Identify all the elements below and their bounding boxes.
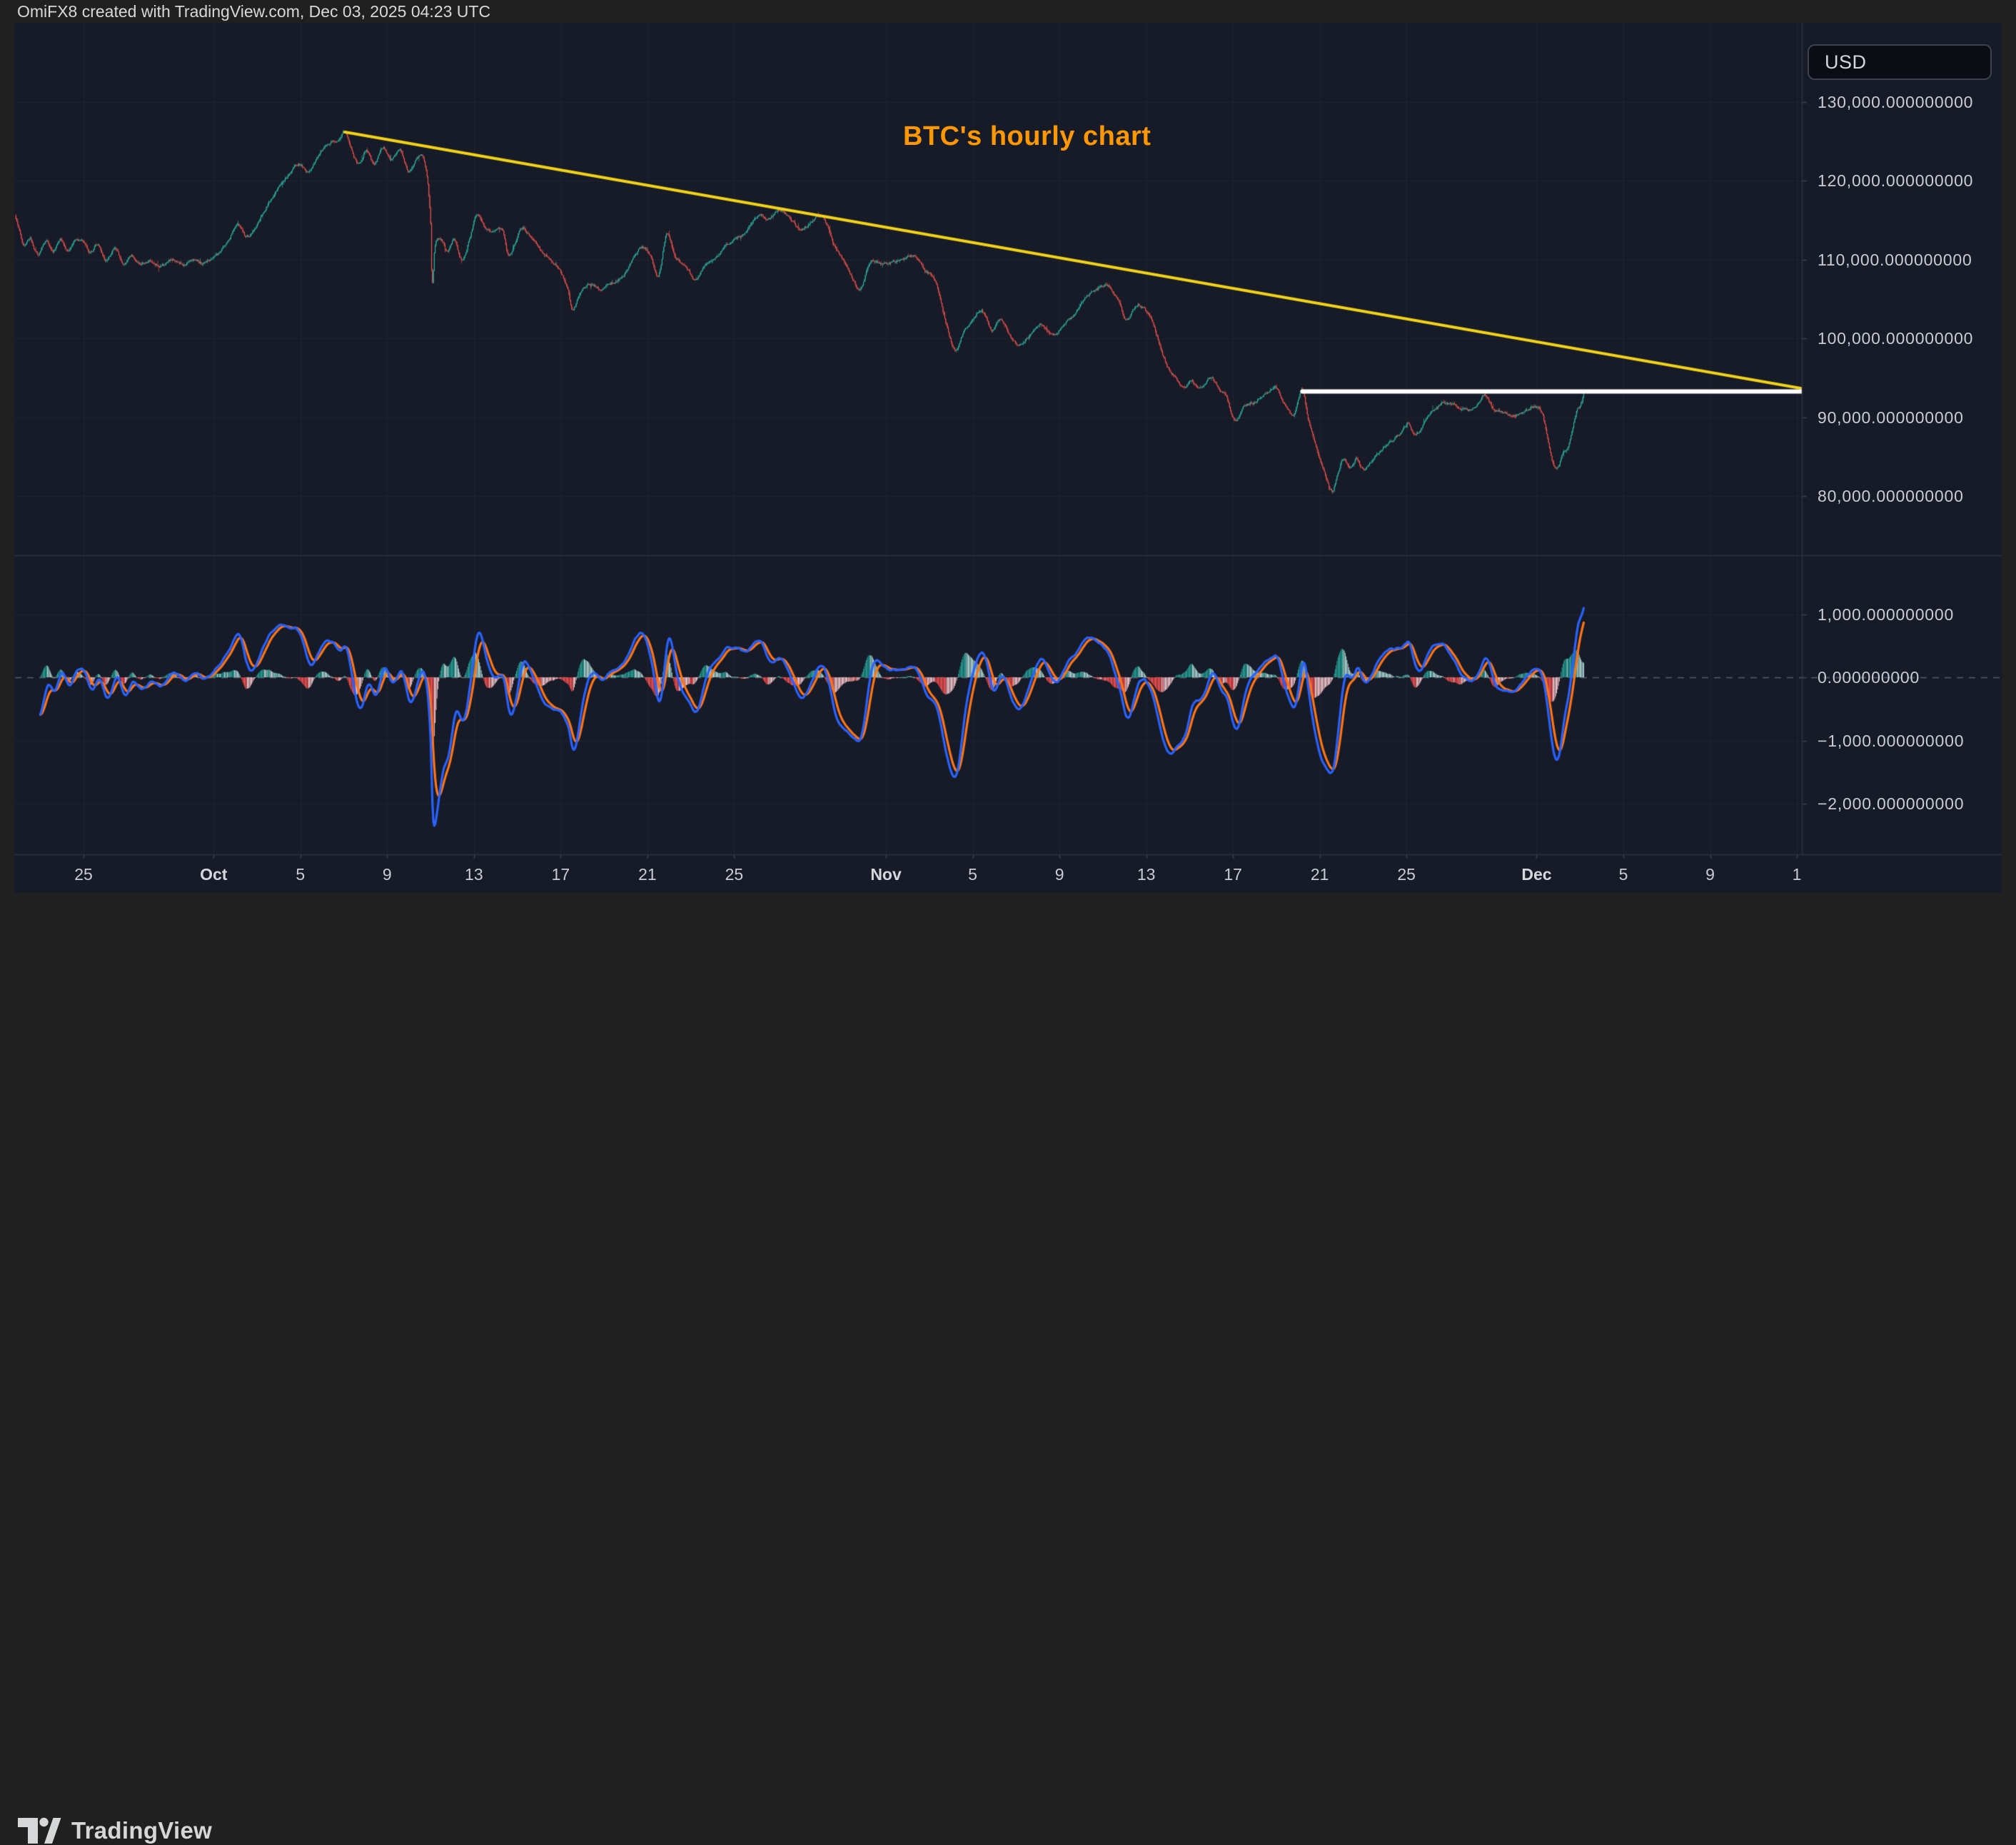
chart-widget: USD BTC's hourly chart 130,000.000000000… (14, 23, 2002, 893)
brand-name: TradingView (71, 1816, 212, 1845)
snapshot-title: OmiFX8 created with TradingView.com, Dec… (17, 1, 490, 21)
tradingview-logo-icon (17, 1816, 61, 1845)
tradingview-snapshot: OmiFX8 created with TradingView.com, Dec… (0, 0, 2016, 981)
price-pane[interactable] (14, 23, 1802, 555)
snapshot-footer: TradingView (0, 893, 2016, 981)
currency-button[interactable]: USD (1808, 44, 1992, 80)
price-axis[interactable] (1802, 23, 2002, 854)
macd-pane[interactable] (14, 555, 1802, 854)
time-axis[interactable] (14, 854, 1802, 893)
snapshot-header: OmiFX8 created with TradingView.com, Dec… (0, 0, 2016, 23)
